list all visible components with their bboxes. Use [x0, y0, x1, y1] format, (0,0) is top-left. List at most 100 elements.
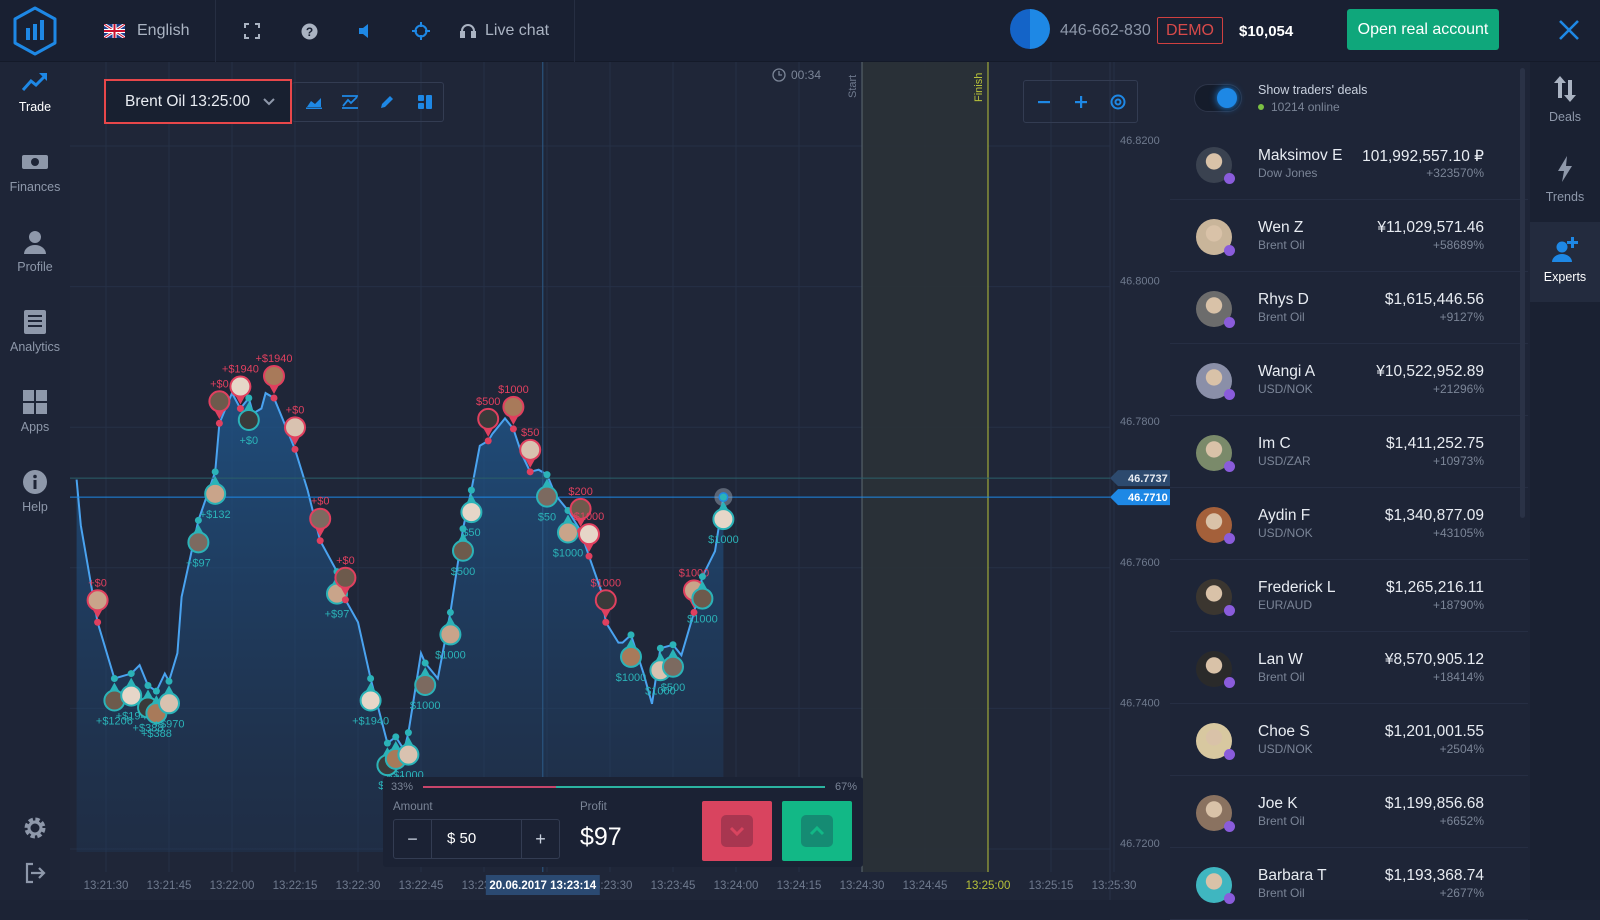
trader-name[interactable]: Wangi A [1258, 363, 1315, 381]
deal-label: $50 [521, 427, 539, 439]
chart-area[interactable]: 13:21:30 13:21:45 13:22:00 13:22:15 13:22:30… [70, 62, 1170, 900]
trader-deal-marker[interactable]: +$1940 [255, 353, 293, 402]
nav-trade[interactable]: Trade [0, 70, 70, 114]
amount-input[interactable]: $ 50 [447, 830, 476, 847]
logout-icon[interactable] [21, 859, 49, 887]
scrollbar[interactable] [1520, 68, 1525, 518]
trader-row[interactable]: Choe S USD/NOK $1,201,001.55 +2504% [1170, 704, 1528, 776]
deal-label: +$0 [311, 496, 330, 508]
trader-amount: $1,340,877.09 [1384, 507, 1484, 524]
deal-label: +$0 [88, 577, 107, 589]
deal-label: $500 [476, 396, 500, 408]
show-deals-toggle[interactable] [1194, 84, 1242, 112]
trader-row[interactable]: Maksimov E Dow Jones 101,992,557.10 ₽ +3235… [1170, 128, 1528, 200]
pencil-icon[interactable] [375, 90, 399, 114]
deal-avatar [86, 589, 109, 612]
trader-deal-marker[interactable]: +$0 [237, 394, 260, 448]
trader-name[interactable]: Joe K [1258, 795, 1298, 813]
rail-deals[interactable]: Deals [1530, 62, 1600, 142]
deal-point [144, 682, 152, 690]
close-icon[interactable] [1555, 16, 1583, 44]
trader-name[interactable]: Rhys D [1258, 291, 1309, 309]
zoom-out-icon[interactable] [1032, 90, 1056, 114]
deal-point [602, 618, 610, 626]
nav-analytics[interactable]: Analytics [0, 310, 70, 354]
trader-name[interactable]: Wen Z [1258, 219, 1303, 237]
trader-name[interactable]: Aydin F [1258, 507, 1310, 525]
deal-point [215, 419, 223, 427]
language-selector[interactable]: English [104, 0, 189, 62]
recenter-icon[interactable] [1106, 90, 1130, 114]
fullscreen-icon[interactable] [240, 19, 264, 43]
current-price-label: 46.7710 [1128, 492, 1168, 504]
logo-icon[interactable] [12, 0, 58, 62]
trader-deal-marker[interactable]: $1000 [616, 631, 647, 684]
trader-row[interactable]: Frederick L EUR/AUD $1,265,216.11 +18790% [1170, 560, 1528, 632]
trader-row[interactable]: Rhys D Brent Oil $1,615,446.56 +9127% [1170, 272, 1528, 344]
trader-row[interactable]: Aydin F USD/NOK $1,340,877.09 +43105% [1170, 488, 1528, 560]
open-real-account-button[interactable]: Open real account [1347, 9, 1499, 50]
amount-increase-button[interactable]: + [521, 820, 559, 858]
avatar[interactable] [1010, 9, 1050, 49]
trader-row[interactable]: Im C USD/ZAR $1,411,252.75 +10973% [1170, 416, 1528, 488]
trader-amount: $1,265,216.11 [1386, 579, 1484, 596]
live-chat-button[interactable]: Live chat [460, 0, 549, 62]
price-chart[interactable]: 13:21:30 13:21:45 13:22:00 13:22:15 13:22:30… [70, 62, 1170, 900]
deal-point [421, 659, 429, 667]
rail-trends[interactable]: Trends [1530, 142, 1600, 222]
asset-selector[interactable]: Brent Oil 13:25:00 [104, 79, 292, 124]
settings-icon[interactable] [21, 814, 49, 842]
status-dot-icon [1224, 461, 1235, 472]
top-bar: English ? Live chat 446-662-830 DEMO $10… [0, 0, 1600, 62]
indicators-icon[interactable] [338, 90, 362, 114]
trader-row[interactable]: Lan W Brent Oil ¥8,570,905.12 +18414% [1170, 632, 1528, 704]
demo-badge[interactable]: DEMO [1157, 17, 1223, 44]
layout-icon[interactable] [413, 90, 437, 114]
deal-point [367, 674, 375, 682]
trader-row[interactable]: Barbara T Brent Oil $1,193,368.74 +2677% [1170, 848, 1528, 920]
strike-price-label: 46.7737 [1128, 473, 1168, 485]
add-user-icon [1552, 237, 1578, 262]
deal-point [341, 596, 349, 604]
deal-point [656, 644, 664, 652]
down-percentage: 33% [391, 781, 414, 793]
amount-decrease-button[interactable]: − [394, 820, 432, 858]
deal-point [211, 468, 219, 476]
deal-point [110, 674, 118, 682]
nav-profile[interactable]: Profile [0, 230, 70, 274]
rail-label: Trends [1545, 190, 1585, 204]
trader-name[interactable]: Lan W [1258, 651, 1303, 669]
trader-name[interactable]: Im C [1258, 435, 1291, 453]
target-icon[interactable] [409, 19, 433, 43]
trader-deal-marker[interactable]: $1000 [410, 659, 441, 713]
zoom-in-icon[interactable] [1069, 90, 1093, 114]
trader-row[interactable]: Wangi A USD/NOK ¥10,522,952.89 +21296% [1170, 344, 1528, 416]
area-chart-icon[interactable] [302, 90, 326, 114]
put-down-button[interactable] [702, 801, 772, 861]
trader-percent: +18414% [1432, 670, 1484, 684]
deal-avatar [309, 507, 332, 530]
nav-apps[interactable]: Apps [0, 390, 70, 434]
help-icon[interactable]: ? [297, 19, 321, 43]
lightning-icon [1558, 156, 1572, 182]
x-tick-label: 13:22:15 [273, 880, 318, 892]
deal-label: $1000 [616, 672, 647, 684]
call-up-button[interactable] [782, 801, 852, 861]
trader-row[interactable]: Joe K Brent Oil $1,199,856.68 +6652% [1170, 776, 1528, 848]
trader-amount: $1,199,856.68 [1384, 795, 1484, 812]
rail-experts[interactable]: Experts [1530, 222, 1600, 302]
trader-name[interactable]: Maksimov E [1258, 147, 1342, 165]
nav-label: Help [22, 500, 48, 514]
sound-icon[interactable] [353, 19, 377, 43]
deal-avatar [187, 531, 210, 554]
trader-name[interactable]: Barbara T [1258, 867, 1327, 885]
nav-finances[interactable]: Finances [0, 150, 70, 194]
deal-label: $1000 [708, 534, 739, 546]
asset-selector-label: Brent Oil 13:25:00 [125, 92, 250, 110]
trader-row[interactable]: Wen Z Brent Oil ¥11,029,571.46 +58689% [1170, 200, 1528, 272]
trader-name[interactable]: Frederick L [1258, 579, 1336, 597]
trader-name[interactable]: Choe S [1258, 723, 1310, 741]
trader-deal-marker[interactable]: $1000 [708, 493, 739, 547]
nav-help[interactable]: Help [0, 470, 70, 514]
arrows-updown-icon [1554, 76, 1576, 102]
